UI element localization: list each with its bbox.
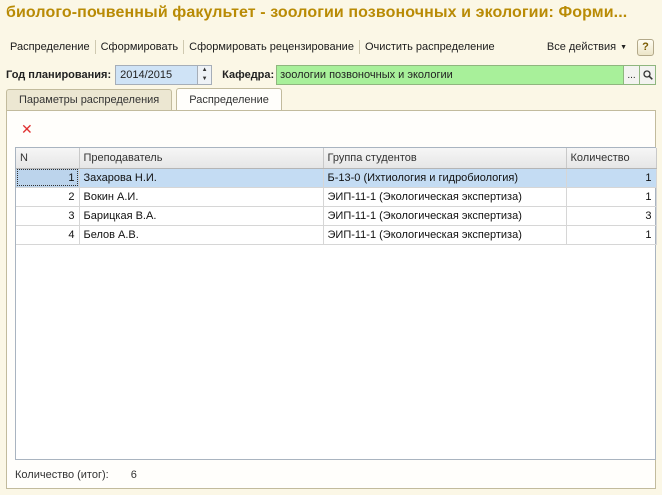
group-cell[interactable]: ЭИП-11-1 (Экологическая экспертиза) <box>323 206 567 226</box>
group-cell[interactable]: ЭИП-11-1 (Экологическая экспертиза) <box>323 225 567 245</box>
search-icon[interactable] <box>639 66 655 84</box>
totals-bar: Количество (итог): 6 <box>15 469 137 481</box>
count-cell[interactable]: 1 <box>566 225 657 245</box>
column-header-count[interactable]: Количество <box>566 148 657 169</box>
dropdown-arrow-icon: ▼ <box>620 43 627 51</box>
clear-distribution-button[interactable]: Очистить распределение <box>360 41 500 53</box>
department-field[interactable]: зоологии позвоночных и экологии ... <box>276 65 656 85</box>
window-title: биолого-почвенный факультет - зоологии п… <box>6 4 628 21</box>
row-number[interactable]: 1 <box>16 168 80 188</box>
distribution-button[interactable]: Распределение <box>6 41 95 53</box>
all-actions-label: Все действия <box>546 41 617 53</box>
filter-row: Год планирования: 2014/2015 ▲ ▼ Кафедра:… <box>6 65 656 85</box>
spin-up-icon[interactable]: ▲ <box>198 66 211 75</box>
teacher-cell[interactable]: Захарова Н.И. <box>79 168 324 188</box>
year-field[interactable]: 2014/2015 ▲ ▼ <box>115 65 213 85</box>
year-value[interactable]: 2014/2015 <box>116 69 197 81</box>
total-label: Количество (итог): <box>15 469 109 481</box>
count-cell[interactable]: 1 <box>566 168 657 188</box>
tab-distribution-parameters[interactable]: Параметры распределения <box>6 89 173 110</box>
table-row[interactable]: 2 Вокин А.И. ЭИП-11-1 (Экологическая экс… <box>16 187 657 207</box>
column-header-teacher[interactable]: Преподаватель <box>79 148 324 169</box>
teacher-cell[interactable]: Вокин А.И. <box>79 187 324 207</box>
group-cell[interactable]: ЭИП-11-1 (Экологическая экспертиза) <box>323 187 567 207</box>
column-header-group[interactable]: Группа студентов <box>323 148 567 169</box>
year-spinner[interactable]: ▲ ▼ <box>197 66 212 84</box>
tab-panel: ✕ N Преподаватель Группа студентов Колич… <box>6 110 657 489</box>
column-header-n[interactable]: N <box>16 148 80 169</box>
tab-strip: Параметры распределения Распределение <box>6 88 286 111</box>
form-review-button[interactable]: Сформировать рецензирование <box>184 41 359 53</box>
row-number[interactable]: 3 <box>16 206 80 226</box>
tab-distribution[interactable]: Распределение <box>176 88 282 111</box>
spin-down-icon[interactable]: ▼ <box>198 75 211 84</box>
department-value[interactable]: зоологии позвоночных и экологии <box>277 69 623 81</box>
row-number[interactable]: 2 <box>16 187 80 207</box>
teacher-cell[interactable]: Белов А.В. <box>79 225 324 245</box>
teacher-cell[interactable]: Барицкая В.А. <box>79 206 324 226</box>
select-department-button[interactable]: ... <box>623 66 639 84</box>
table-row[interactable]: 3 Барицкая В.А. ЭИП-11-1 (Экологическая … <box>16 206 657 226</box>
year-label: Год планирования: <box>6 69 112 81</box>
count-cell[interactable]: 3 <box>566 206 657 226</box>
table-header: N Преподаватель Группа студентов Количес… <box>16 148 657 169</box>
count-cell[interactable]: 1 <box>566 187 657 207</box>
all-actions-menu[interactable]: Все действия ▼ <box>547 41 627 53</box>
table-row[interactable]: 1 Захарова Н.И. Б-13-0 (Ихтиология и гид… <box>16 168 657 188</box>
help-icon[interactable]: ? <box>637 38 654 56</box>
command-bar: Распределение Сформировать Сформировать … <box>6 38 654 56</box>
table-row[interactable]: 4 Белов А.В. ЭИП-11-1 (Экологическая экс… <box>16 225 657 245</box>
form-button[interactable]: Сформировать <box>96 41 184 53</box>
distribution-table: N Преподаватель Группа студентов Количес… <box>15 147 657 460</box>
department-label: Кафедра: <box>222 69 275 81</box>
row-number[interactable]: 4 <box>16 225 80 245</box>
delete-icon[interactable]: ✕ <box>21 122 34 136</box>
group-cell[interactable]: Б-13-0 (Ихтиология и гидробиология) <box>323 168 567 188</box>
total-value: 6 <box>130 469 137 481</box>
